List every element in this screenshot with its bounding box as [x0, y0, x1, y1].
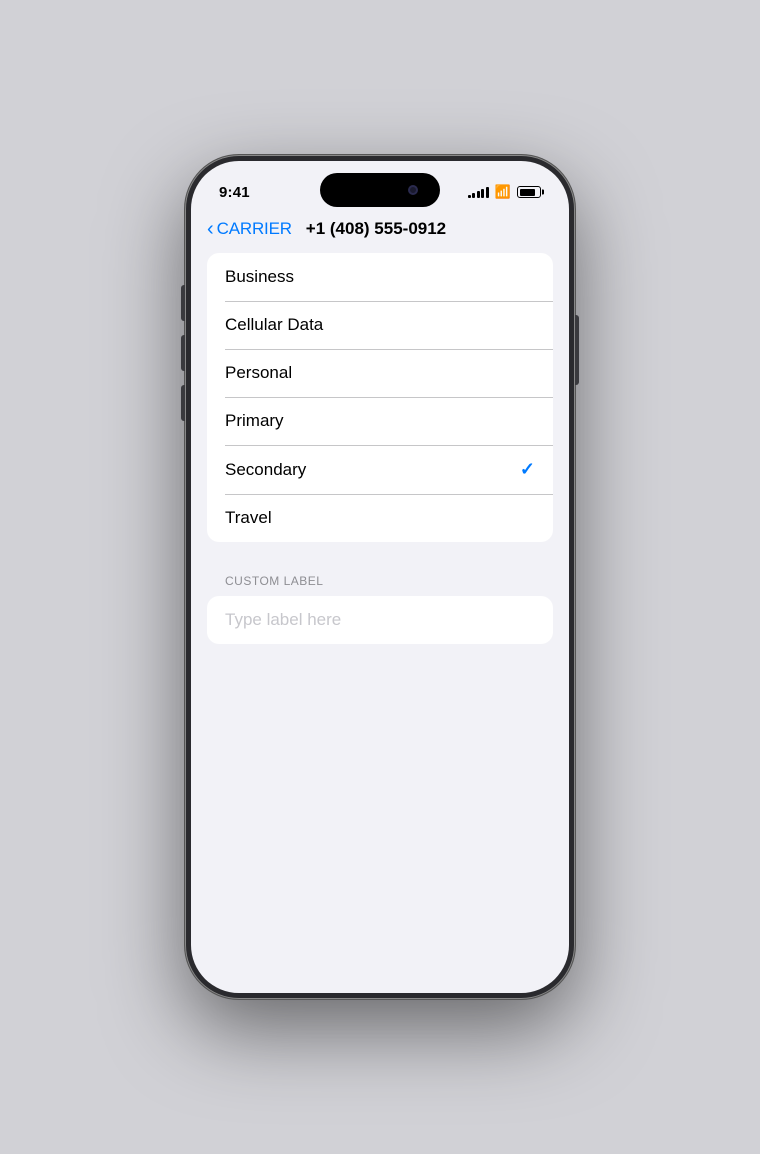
label-cellular-data: Cellular Data — [225, 315, 323, 335]
list-item-business[interactable]: Business — [207, 253, 553, 301]
nav-header: ‹ CARRIER +1 (408) 555-0912 — [191, 215, 569, 253]
label-personal: Personal — [225, 363, 292, 383]
status-icons: 📶 — [468, 184, 541, 200]
signal-bar-2 — [472, 193, 475, 198]
selected-checkmark-icon: ✓ — [520, 459, 535, 480]
dynamic-island — [320, 173, 440, 207]
custom-label-heading: CUSTOM LABEL — [207, 574, 553, 596]
nav-title: +1 (408) 555-0912 — [306, 219, 446, 239]
label-travel: Travel — [225, 508, 272, 528]
signal-bar-1 — [468, 195, 471, 198]
list-item-cellular-data[interactable]: Cellular Data — [207, 301, 553, 349]
list-item-secondary[interactable]: Secondary ✓ — [207, 445, 553, 494]
list-item-travel[interactable]: Travel — [207, 494, 553, 542]
label-secondary: Secondary — [225, 460, 306, 480]
custom-label-input[interactable] — [225, 610, 535, 630]
phone-frame: 9:41 📶 ‹ CAR — [185, 155, 575, 999]
front-camera — [408, 185, 418, 195]
label-primary: Primary — [225, 411, 284, 431]
signal-bars-icon — [468, 186, 489, 198]
chevron-left-icon: ‹ — [207, 219, 214, 239]
signal-bar-3 — [477, 191, 480, 198]
custom-label-section: CUSTOM LABEL — [207, 574, 553, 644]
status-time: 9:41 — [219, 184, 250, 201]
back-label: CARRIER — [217, 219, 292, 239]
list-item-personal[interactable]: Personal — [207, 349, 553, 397]
wifi-icon: 📶 — [495, 184, 511, 200]
back-button[interactable]: ‹ CARRIER — [207, 219, 292, 239]
signal-bar-4 — [481, 189, 484, 198]
phone-screen: 9:41 📶 ‹ CAR — [191, 161, 569, 993]
signal-bar-5 — [486, 187, 489, 198]
battery-fill — [520, 189, 535, 196]
battery-icon — [517, 186, 541, 198]
list-item-primary[interactable]: Primary — [207, 397, 553, 445]
custom-input-container[interactable] — [207, 596, 553, 644]
labels-list: Business Cellular Data Personal Primary … — [207, 253, 553, 542]
battery-body — [517, 186, 541, 198]
content-area: Business Cellular Data Personal Primary … — [191, 253, 569, 644]
label-business: Business — [225, 267, 294, 287]
